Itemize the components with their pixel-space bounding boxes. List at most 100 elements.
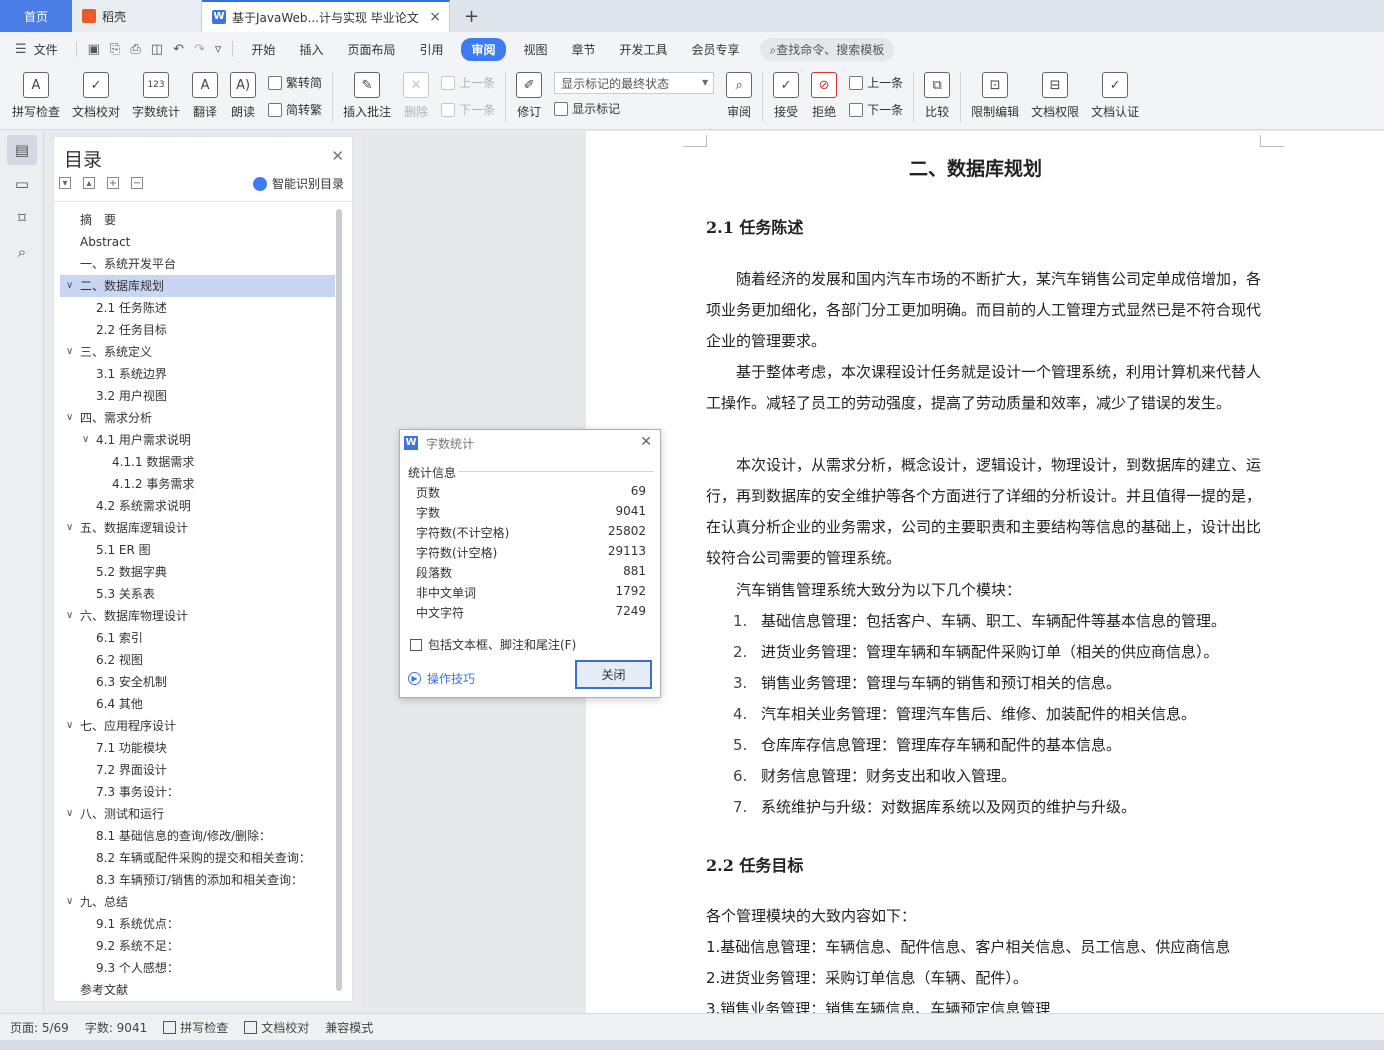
read-aloud-button[interactable]: A) 朗读 xyxy=(224,66,262,120)
next-change-button[interactable]: 下一条 xyxy=(849,101,903,118)
export-icon[interactable]: ⎘ xyxy=(105,42,125,57)
document-permission-button[interactable]: ⊟ 文档权限 xyxy=(1025,66,1085,120)
chevron-down-icon[interactable]: ∨ xyxy=(66,517,73,539)
menu-start[interactable]: 开始 xyxy=(239,41,287,58)
toc-panel-icon[interactable]: ▤ xyxy=(7,135,37,165)
toc-scrollbar[interactable] xyxy=(336,209,342,991)
navigation-icon[interactable]: ▭ xyxy=(7,169,37,199)
toc-item[interactable]: 8.2 车辆或配件采购的提交和相关查询： xyxy=(60,847,335,869)
toc-item[interactable]: 8.3 车辆预订/销售的添加和相关查询： xyxy=(60,869,335,891)
toc-item[interactable]: 4.1.1 数据需求 xyxy=(60,451,335,473)
restrict-editing-button[interactable]: ⊡ 限制编辑 xyxy=(965,66,1025,120)
include-textbox-checkbox[interactable]: 包括文本框、脚注和尾注(F) xyxy=(410,636,576,653)
smart-toc-button[interactable]: 智能识别目录 xyxy=(252,175,344,192)
toc-item[interactable]: 2.2 任务目标 xyxy=(60,319,335,341)
show-markup-button[interactable]: 显示标记 xyxy=(554,100,714,117)
menu-page-layout[interactable]: 页面布局 xyxy=(335,41,407,58)
toc-item[interactable]: 6.3 安全机制 xyxy=(60,671,335,693)
expand-all-icon[interactable]: ▴ xyxy=(83,177,95,189)
delete-comment-button[interactable]: ✕ 删除 xyxy=(397,66,435,120)
toc-item[interactable]: ∨ 九、总结 xyxy=(60,891,335,913)
command-search[interactable]: ⌕查找命令、搜索模板 xyxy=(759,37,895,61)
word-count-button[interactable]: 123 字数统计 xyxy=(126,66,186,120)
word-count-indicator[interactable]: 字数: 9041 xyxy=(85,1019,147,1036)
toc-item[interactable]: 7.2 界面设计 xyxy=(60,759,335,781)
chevron-down-icon[interactable]: ∨ xyxy=(82,429,89,451)
toc-item[interactable]: ∨ 七、应用程序设计 xyxy=(60,715,335,737)
toc-item[interactable]: ∨ 五、数据库逻辑设计 xyxy=(60,517,335,539)
tab-document[interactable]: W 基于JavaWeb...计与实现 毕业论文 × xyxy=(202,0,450,32)
chevron-down-icon[interactable]: ∨ xyxy=(66,407,73,429)
simplified-to-traditional-button[interactable]: 简转繁 xyxy=(268,101,322,118)
markup-state-select[interactable]: 显示标记的最终状态 xyxy=(554,72,715,94)
undo-icon[interactable]: ↶ xyxy=(168,42,189,57)
menu-reference[interactable]: 引用 xyxy=(407,41,455,58)
toc-item[interactable]: 摘 要 xyxy=(60,209,335,231)
toc-item[interactable]: 6.1 索引 xyxy=(60,627,335,649)
document-proofread-button[interactable]: ✓ 文档校对 xyxy=(66,66,126,120)
chevron-down-icon[interactable]: ∨ xyxy=(66,341,73,363)
chevron-down-icon[interactable]: ∨ xyxy=(66,803,73,825)
toc-item[interactable]: 4.2 系统需求说明 xyxy=(60,495,335,517)
translate-button[interactable]: A 翻译 xyxy=(186,66,224,120)
menu-member[interactable]: 会员专享 xyxy=(680,41,752,58)
chevron-down-icon[interactable]: ∨ xyxy=(66,275,73,297)
toc-item[interactable]: 7.1 功能模块 xyxy=(60,737,335,759)
chevron-down-icon[interactable]: ∨ xyxy=(66,715,73,737)
new-tab-button[interactable]: + xyxy=(450,0,493,32)
tab-home[interactable]: 首页 xyxy=(0,0,72,32)
document-certify-button[interactable]: ✓ 文档认证 xyxy=(1085,66,1145,120)
tab-daoke[interactable]: 稻壳 xyxy=(72,0,202,32)
menu-review[interactable]: 审阅 xyxy=(461,37,506,61)
bookmark-icon[interactable]: ⌑ xyxy=(7,203,37,233)
save-icon[interactable]: ▣ xyxy=(83,42,105,57)
tips-link[interactable]: ▶ 操作技巧 xyxy=(408,670,475,687)
toc-item[interactable]: 5.1 ER 图 xyxy=(60,539,335,561)
toc-item[interactable]: 3.1 系统边界 xyxy=(60,363,335,385)
status-proofread[interactable]: 文档校对 xyxy=(244,1019,309,1036)
previous-comment-button[interactable]: 上一条 xyxy=(441,74,495,91)
print-icon[interactable]: ⎙ xyxy=(125,42,145,57)
toc-item[interactable]: 7.3 事务设计： xyxy=(60,781,335,803)
customize-dropdown-icon[interactable]: ▿ xyxy=(210,42,227,57)
toc-item[interactable]: Abstract xyxy=(60,231,335,253)
chevron-down-icon[interactable]: ∨ xyxy=(66,891,73,913)
toc-item[interactable]: 9.2 系统不足： xyxy=(60,935,335,957)
toc-item[interactable]: 一、系统开发平台 xyxy=(60,253,335,275)
next-comment-button[interactable]: 下一条 xyxy=(441,101,495,118)
add-heading-icon[interactable]: + xyxy=(107,177,119,189)
toc-item[interactable]: 4.1.2 事务需求 xyxy=(60,473,335,495)
toc-item[interactable]: 5.2 数据字典 xyxy=(60,561,335,583)
toc-item[interactable]: ∨ 三、系统定义 xyxy=(60,341,335,363)
toc-item[interactable]: 3.2 用户视图 xyxy=(60,385,335,407)
hamburger-menu-icon[interactable]: ☰ xyxy=(10,42,32,57)
status-spell-check[interactable]: 拼写检查 xyxy=(163,1019,228,1036)
traditional-to-simplified-button[interactable]: 繁转简 xyxy=(268,74,322,91)
collapse-all-icon[interactable]: ▾ xyxy=(59,177,71,189)
previous-change-button[interactable]: 上一条 xyxy=(849,74,903,91)
menu-developer[interactable]: 开发工具 xyxy=(608,41,680,58)
remove-heading-icon[interactable]: − xyxy=(131,177,143,189)
menu-insert[interactable]: 插入 xyxy=(287,41,335,58)
find-icon[interactable]: ⌕ xyxy=(7,237,37,267)
spell-check-button[interactable]: A 拼写检查 xyxy=(6,66,66,120)
menu-file[interactable]: 文件 xyxy=(32,41,70,58)
insert-comment-button[interactable]: ✎ 插入批注 xyxy=(337,66,397,120)
compare-button[interactable]: ⧉ 比较 xyxy=(918,66,956,120)
print-preview-icon[interactable]: ◫ xyxy=(146,42,168,57)
toc-item[interactable]: 2.1 任务陈述 xyxy=(60,297,335,319)
toc-item[interactable]: 6.2 视图 xyxy=(60,649,335,671)
toc-item[interactable]: ∨ 八、测试和运行 xyxy=(60,803,335,825)
close-icon[interactable]: ✕ xyxy=(331,147,344,165)
toc-item[interactable]: 9.3 个人感想： xyxy=(60,957,335,979)
track-changes-button[interactable]: ✐ 修订 xyxy=(510,66,548,120)
menu-section[interactable]: 章节 xyxy=(560,41,608,58)
toc-item[interactable]: ∨ 4.1 用户需求说明 xyxy=(60,429,335,451)
redo-icon[interactable]: ↷ xyxy=(189,42,210,57)
close-icon[interactable]: ✕ xyxy=(640,434,652,450)
toc-item[interactable]: ∨ 四、需求分析 xyxy=(60,407,335,429)
toc-item[interactable]: 6.4 其他 xyxy=(60,693,335,715)
accept-change-button[interactable]: ✓ 接受 xyxy=(767,66,805,120)
toc-item[interactable]: 9.1 系统优点： xyxy=(60,913,335,935)
toc-item[interactable]: 5.3 关系表 xyxy=(60,583,335,605)
